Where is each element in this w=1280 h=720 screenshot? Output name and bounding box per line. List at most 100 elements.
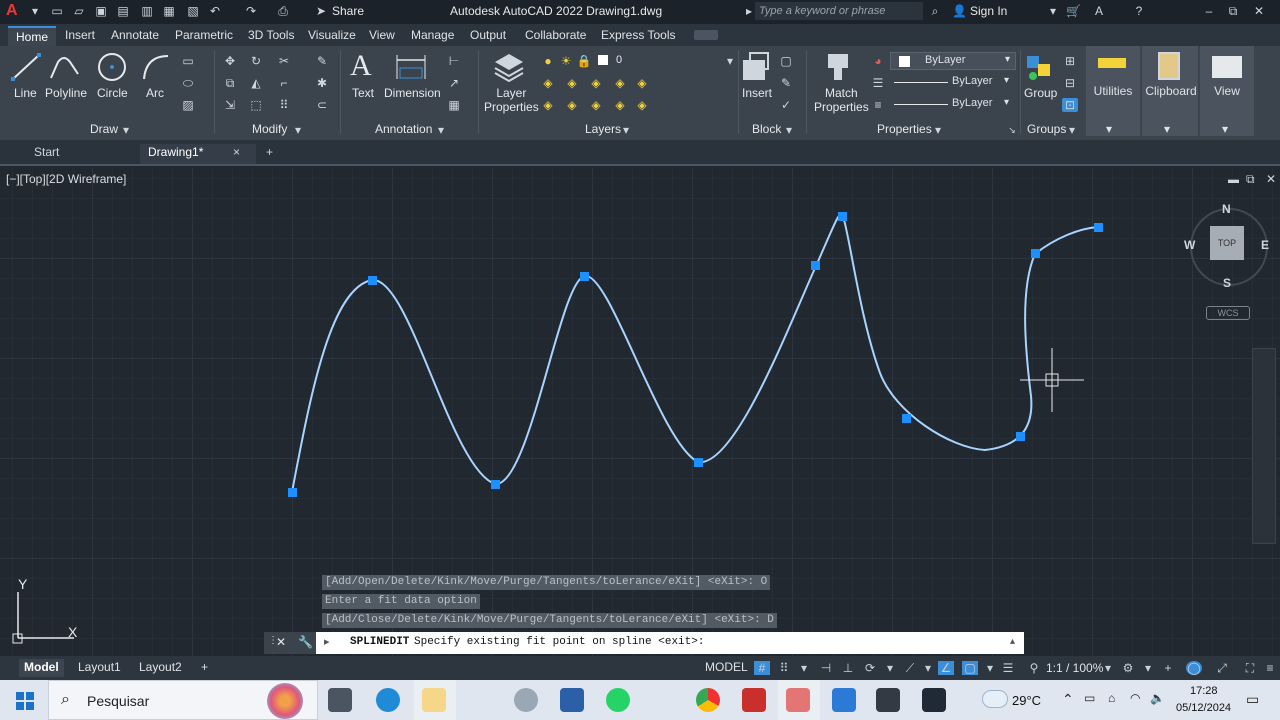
mirror-icon[interactable]: ◭ <box>248 76 264 90</box>
layer-tool-8-icon[interactable]: ◈ <box>588 98 604 112</box>
erase-icon[interactable]: ✎ <box>314 54 330 68</box>
circle-button[interactable]: Circle <box>97 86 128 100</box>
customize-wrench-icon[interactable]: 🔧 <box>298 635 313 649</box>
fit-point[interactable] <box>902 414 911 423</box>
modify-panel-expand-icon[interactable]: ▾ <box>290 123 306 137</box>
fit-point[interactable] <box>368 276 377 285</box>
annotation-panel-title[interactable]: Annotation <box>375 122 432 136</box>
create-block-icon[interactable]: ▢ <box>778 54 794 68</box>
rotate-icon[interactable]: ↻ <box>248 54 264 68</box>
undo-icon[interactable]: ↶ <box>208 4 222 18</box>
tab-model[interactable]: Model <box>19 659 64 677</box>
notifications-icon[interactable]: ▭ <box>1246 691 1259 708</box>
compass-e[interactable]: E <box>1261 238 1269 252</box>
tab-collaborate[interactable]: Collaborate <box>525 28 586 42</box>
view-panel[interactable]: View ▾ <box>1200 46 1254 136</box>
annotation-scale[interactable]: 1:1 / 100% <box>1046 661 1103 675</box>
line-button[interactable]: Line <box>14 86 37 100</box>
lineweight-toggle-icon[interactable]: ☰ <box>1000 661 1016 675</box>
snap-icon[interactable]: ⠿ <box>776 661 792 675</box>
app-icon-4[interactable] <box>832 688 856 712</box>
group-edit-icon[interactable]: ⊟ <box>1062 76 1078 90</box>
new-file-icon[interactable]: ▭ <box>50 4 64 18</box>
save-as-icon[interactable]: ▤ <box>116 4 130 18</box>
fit-point[interactable] <box>811 261 820 270</box>
linetype-dropdown[interactable]: ByLayer ▾ <box>890 96 1016 114</box>
windows-start-icon[interactable] <box>16 692 34 710</box>
new-tab-icon[interactable]: + <box>266 144 273 164</box>
weather-temperature[interactable]: 29°C <box>1012 693 1041 708</box>
cart-icon[interactable]: 🛒 <box>1066 4 1081 18</box>
open-web-icon[interactable]: ▥ <box>140 4 154 18</box>
edge-icon[interactable] <box>376 688 400 712</box>
tab-visualize[interactable]: Visualize <box>308 28 356 42</box>
taskbar-search-box[interactable]: ⌕ Pesquisar <box>48 680 318 720</box>
layer-tool-6-icon[interactable]: ◈ <box>540 98 556 112</box>
isodraft-icon[interactable]: ⟋ <box>902 661 918 675</box>
lineweight-dropdown[interactable]: ByLayer ▾ <box>890 74 1016 92</box>
viewcube[interactable]: TOP N S E W <box>1184 202 1272 290</box>
properties-panel-expand-icon[interactable]: ▾ <box>930 123 946 137</box>
group-selection-icon[interactable]: ⊡ <box>1062 98 1078 112</box>
infer-constraints-icon[interactable]: ⊣ <box>818 661 834 675</box>
annotation-scale-icon[interactable]: ⚲ <box>1026 661 1042 675</box>
properties-panel-title[interactable]: Properties <box>877 122 932 136</box>
move-icon[interactable]: ✥ <box>222 54 238 68</box>
ungroup-icon[interactable]: ⊞ <box>1062 54 1078 68</box>
offset-icon[interactable]: ⊂ <box>314 98 330 112</box>
app-icon-1[interactable] <box>514 688 538 712</box>
tray-chevron-icon[interactable]: ⌃ <box>1062 691 1074 708</box>
tab-layout1[interactable]: Layout1 <box>73 659 126 677</box>
tab-layout2[interactable]: Layout2 <box>134 659 187 677</box>
command-line-input[interactable]: ▸ SPLINEDIT Specify existing fit point o… <box>316 632 1024 654</box>
model-space-toggle[interactable]: MODEL <box>700 659 753 677</box>
layers-panel-title[interactable]: Layers <box>585 122 621 136</box>
tab-3d-tools[interactable]: 3D Tools <box>248 28 294 42</box>
groups-panel-title[interactable]: Groups <box>1027 122 1066 136</box>
stretch-icon[interactable]: ⇲ <box>222 98 238 112</box>
utilities-panel[interactable]: Utilities ▾ <box>1086 46 1140 136</box>
trim-icon[interactable]: ✂ <box>276 54 292 68</box>
fit-point[interactable] <box>491 480 500 489</box>
properties-launcher-icon[interactable]: ↘ <box>1004 123 1020 137</box>
close-icon[interactable]: ✕ <box>1252 4 1266 18</box>
clock-time[interactable]: 17:28 <box>1190 685 1218 697</box>
app-icon-6[interactable] <box>922 688 946 712</box>
dimension-icon[interactable] <box>394 52 428 82</box>
circle-icon[interactable] <box>96 52 128 82</box>
multileader-icon[interactable]: ↗ <box>446 76 462 90</box>
layer-freeze-icon[interactable]: ☀ <box>558 54 574 68</box>
user-icon[interactable]: 👤 <box>952 4 967 18</box>
fit-point[interactable] <box>838 212 847 221</box>
linetype-icon[interactable]: ≡ <box>870 98 886 112</box>
layer-properties-button[interactable]: Layer Properties <box>484 86 539 114</box>
match-properties-button[interactable]: Match Properties <box>814 86 869 114</box>
group-button[interactable]: Group <box>1024 86 1057 100</box>
clipboard-panel[interactable]: Clipboard ▾ <box>1142 46 1198 136</box>
groups-panel-expand-icon[interactable]: ▾ <box>1064 123 1080 137</box>
autocad-logo[interactable]: A <box>6 2 22 20</box>
battery-icon[interactable]: ▭ <box>1084 691 1095 705</box>
tab-output[interactable]: Output <box>470 28 506 42</box>
layer-dropdown[interactable]: 0 <box>612 52 734 70</box>
annotation-monitor-icon[interactable]: + <box>1160 661 1176 675</box>
scale-dropdown-icon[interactable]: ▾ <box>1100 661 1116 675</box>
save-icon[interactable]: ▣ <box>94 4 108 18</box>
save-web-icon[interactable]: ▦ <box>162 4 176 18</box>
block-panel-title[interactable]: Block <box>752 122 781 136</box>
restore-icon[interactable]: ⧉ <box>1226 4 1240 18</box>
polyline-button[interactable]: Polyline <box>45 86 87 100</box>
layer-tool-1-icon[interactable]: ◈ <box>540 76 556 90</box>
command-history-toggle-icon[interactable]: ▴ <box>1010 636 1015 647</box>
draw-panel-title[interactable]: Draw <box>90 122 118 136</box>
tab-express-tools[interactable]: Express Tools <box>601 28 675 42</box>
compass-w[interactable]: W <box>1184 238 1195 252</box>
layer-tool-3-icon[interactable]: ◈ <box>588 76 604 90</box>
chrome-icon[interactable] <box>696 688 720 712</box>
fit-point[interactable] <box>288 488 297 497</box>
clock-date[interactable]: 05/12/2024 <box>1176 702 1231 714</box>
tab-parametric[interactable]: Parametric <box>175 28 233 42</box>
autodesk-app-icon[interactable]: A <box>1092 4 1106 18</box>
grid-icon[interactable]: # <box>754 661 770 675</box>
compass-s[interactable]: S <box>1223 276 1231 290</box>
